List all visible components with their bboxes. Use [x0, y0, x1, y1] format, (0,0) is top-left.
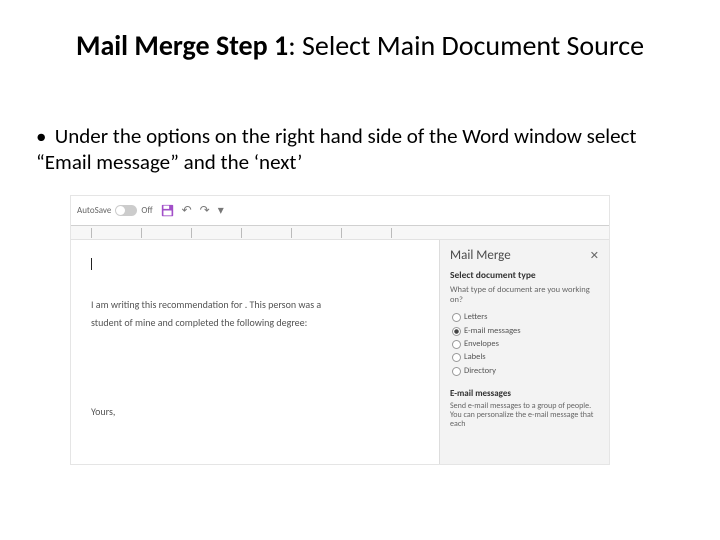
bullet-marker: • [36, 123, 50, 149]
bullet-text: Under the options on the right hand side… [36, 123, 636, 175]
panel-detail-text: Send e-mail messages to a group of peopl… [450, 402, 599, 430]
option-letters[interactable]: Letters [450, 311, 599, 324]
slide-bullet: • Under the options on the right hand si… [0, 63, 720, 176]
document-type-options: Letters E-mail messages Envelopes Labels… [450, 311, 599, 378]
ruler [71, 226, 609, 240]
option-directory[interactable]: Directory [450, 365, 599, 378]
word-document-area[interactable]: I am writing this recommendation for . T… [71, 240, 439, 464]
close-icon[interactable]: ✕ [590, 249, 599, 262]
screenshot-frame: AutoSave Off ↶ ↷ ▾ I am writing this rec… [70, 195, 610, 465]
redo-icon[interactable]: ↷ [200, 203, 210, 218]
doc-line: student of mine and completed the follow… [91, 316, 423, 330]
doc-closing: Yours, [91, 405, 423, 418]
option-labels[interactable]: Labels [450, 351, 599, 364]
undo-icon[interactable]: ↶ [182, 203, 192, 218]
panel-title: Mail Merge [450, 248, 511, 263]
slide-title: Mail Merge Step 1: Select Main Document … [0, 0, 720, 63]
mail-merge-panel: Mail Merge ✕ Select document type What t… [439, 240, 609, 464]
panel-section-heading: Select document type [450, 269, 599, 281]
autosave-toggle[interactable] [115, 205, 137, 216]
screenshot-body: I am writing this recommendation for . T… [71, 240, 609, 464]
autosave-label: AutoSave [77, 205, 111, 216]
doc-line: I am writing this recommendation for . T… [91, 298, 423, 312]
autosave-state: Off [141, 205, 152, 216]
autosave-control[interactable]: AutoSave Off [77, 205, 153, 216]
text-cursor [91, 258, 92, 270]
panel-detail-heading: E-mail messages [450, 388, 599, 399]
option-envelopes[interactable]: Envelopes [450, 338, 599, 351]
dropdown-icon[interactable]: ▾ [218, 203, 224, 218]
slide-title-bold: Mail Merge Step 1 [76, 28, 288, 63]
save-icon[interactable] [161, 204, 174, 217]
slide-title-rest: : Select Main Document Source [288, 28, 644, 63]
panel-question: What type of document are you working on… [450, 285, 599, 305]
word-toolbar: AutoSave Off ↶ ↷ ▾ [71, 196, 609, 226]
option-email-messages[interactable]: E-mail messages [450, 325, 599, 338]
